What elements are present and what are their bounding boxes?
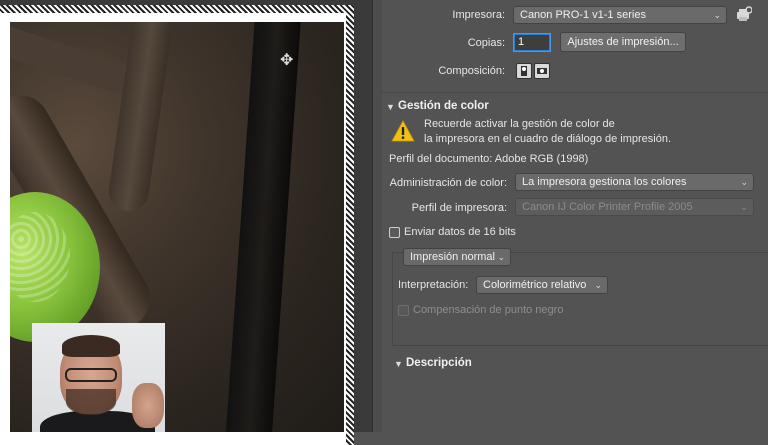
warning-text-line2: la impresora en el cuadro de diálogo de …: [424, 133, 672, 145]
landscape-layout-icon[interactable]: [534, 63, 550, 79]
expand-triangle-icon[interactable]: ▼: [386, 102, 395, 112]
send-16bit-label[interactable]: Enviar datos de 16 bits: [404, 226, 516, 238]
print-mode-select[interactable]: Impresión normal ⌄: [403, 248, 511, 266]
chevron-down-icon: ⌄: [497, 252, 505, 262]
color-management-title[interactable]: Gestión de color: [398, 100, 489, 112]
print-settings-button[interactable]: Ajustes de impresión...: [560, 32, 686, 52]
send-16bit-checkbox[interactable]: [389, 227, 400, 238]
color-handling-select[interactable]: La impresora gestiona los colores ⌄: [515, 173, 754, 191]
webcam-overlay: [32, 323, 165, 432]
printer-profile-select[interactable]: Canon IJ Color Printer Profile 2005 ⌄: [515, 198, 754, 216]
copies-input[interactable]: 1: [514, 34, 550, 51]
expand-triangle-icon[interactable]: ▼: [394, 359, 403, 369]
black-point-compensation-label: Compensación de punto negro: [413, 304, 564, 316]
warning-icon: [391, 120, 415, 142]
chevron-down-icon: ⌄: [594, 280, 602, 290]
black-point-compensation-checkbox[interactable]: [398, 305, 409, 316]
printer-label: Impresora:: [452, 9, 505, 21]
chevron-down-icon: ⌄: [740, 177, 748, 187]
rendering-group: [392, 252, 768, 346]
rendering-intent-label: Interpretación:: [398, 279, 469, 291]
move-cursor-icon: ✥: [280, 52, 294, 69]
rendering-intent-select[interactable]: Colorimétrico relativo ⌄: [476, 276, 608, 294]
color-handling-label: Administración de color:: [389, 177, 507, 189]
warning-text-line1: Recuerde activar la gestión de color de: [424, 118, 615, 130]
print-settings-panel: Impresora: Canon PRO-1 v1-1 series ⌄ Cop…: [382, 0, 768, 432]
document-profile: Perfil del documento: Adobe RGB (1998): [389, 153, 589, 165]
chevron-down-icon: ⌄: [713, 10, 721, 20]
layout-label: Composición:: [438, 65, 505, 77]
printer-settings-icon[interactable]: [734, 6, 752, 24]
print-preview: ✥: [0, 0, 372, 445]
chevron-down-icon: ⌄: [740, 202, 748, 212]
copies-label: Copias:: [467, 37, 505, 49]
description-title[interactable]: Descripción: [406, 357, 472, 369]
printer-select[interactable]: Canon PRO-1 v1-1 series ⌄: [513, 6, 727, 24]
portrait-layout-icon[interactable]: [516, 63, 532, 79]
printer-profile-label: Perfil de impresora:: [411, 202, 507, 214]
